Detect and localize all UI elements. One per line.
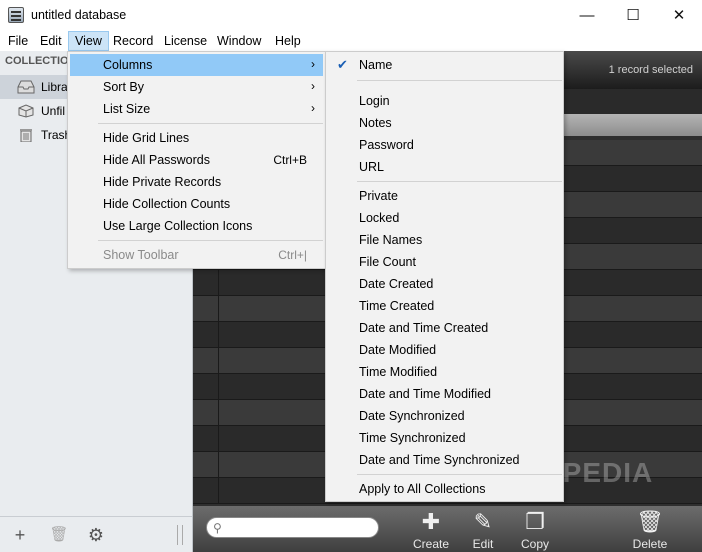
column-option-notes[interactable]: Notes xyxy=(328,112,561,134)
plus-icon: ✚ xyxy=(421,509,441,534)
trash-icon xyxy=(20,129,32,142)
window-title: untitled database xyxy=(31,8,127,22)
column-option-locked[interactable]: Locked xyxy=(328,207,561,229)
menu-item-hide-private-records[interactable]: Hide Private Records xyxy=(70,171,323,193)
column-option-date-synchronized[interactable]: Date Synchronized xyxy=(328,405,561,427)
checkmark-icon: ✔ xyxy=(337,57,348,72)
menu-view[interactable]: View xyxy=(68,31,109,51)
menu-separator xyxy=(98,240,323,241)
column-option-time-created[interactable]: Time Created xyxy=(328,295,561,317)
column-option-url[interactable]: URL xyxy=(328,156,561,178)
columns-submenu: ✔ Name Login Notes Password URL Private … xyxy=(325,51,564,502)
box-icon xyxy=(18,104,34,118)
records-toolbar: ⚲ ✚ Create ✎ Edit ❐ Copy 🗑 Delete xyxy=(193,506,702,552)
menu-separator xyxy=(357,80,562,81)
menu-item-apply-to-all-collections[interactable]: Apply to All Collections xyxy=(328,478,561,500)
shortcut-label: Ctrl+B xyxy=(273,153,307,167)
chevron-right-icon: › xyxy=(311,57,315,71)
settings-icon[interactable]: ⚙ xyxy=(84,525,108,545)
search-icon: ⚲ xyxy=(213,521,222,535)
pencil-icon: ✎ xyxy=(473,509,493,534)
trash-icon: 🗑 xyxy=(636,509,664,534)
column-option-date-modified[interactable]: Date Modified xyxy=(328,339,561,361)
view-menu-dropdown: Columns › Sort By › List Size › Hide Gri… xyxy=(67,51,326,269)
menu-item-hide-all-passwords[interactable]: Hide All Passwords Ctrl+B xyxy=(70,149,323,171)
clipboard-icon: ❐ xyxy=(525,509,545,534)
app-icon xyxy=(8,7,24,23)
collections-header: COLLECTION xyxy=(5,55,77,67)
inbox-icon xyxy=(17,80,35,94)
menu-separator xyxy=(357,181,562,182)
title-bar: untitled database — ☐ ✕ xyxy=(0,0,702,30)
chevron-right-icon: › xyxy=(311,79,315,93)
column-option-password[interactable]: Password xyxy=(328,134,561,156)
menu-file[interactable]: File xyxy=(2,31,34,51)
column-option-login[interactable]: Login xyxy=(328,90,561,112)
add-collection-button[interactable]: + xyxy=(8,525,32,545)
menu-license[interactable]: License xyxy=(158,31,213,51)
menu-item-columns[interactable]: Columns › xyxy=(70,54,323,76)
menu-record[interactable]: Record xyxy=(107,31,159,51)
menu-separator xyxy=(357,474,562,475)
sidebar-item-label: Libra xyxy=(41,80,68,94)
column-option-private[interactable]: Private xyxy=(328,185,561,207)
column-option-time-modified[interactable]: Time Modified xyxy=(328,361,561,383)
column-option-file-names[interactable]: File Names xyxy=(328,229,561,251)
menu-item-hide-grid-lines[interactable]: Hide Grid Lines xyxy=(70,127,323,149)
column-option-date-time-modified[interactable]: Date and Time Modified xyxy=(328,383,561,405)
column-option-date-created[interactable]: Date Created xyxy=(328,273,561,295)
remove-collection-button[interactable]: 🗑 xyxy=(47,525,71,545)
record-count-status: 1 record selected xyxy=(608,64,693,76)
column-option-name[interactable]: ✔ Name xyxy=(328,54,561,76)
create-button[interactable]: ✚ Create xyxy=(406,509,456,551)
chevron-right-icon: › xyxy=(311,101,315,115)
close-button[interactable]: ✕ xyxy=(656,0,702,30)
edit-button[interactable]: ✎ Edit xyxy=(458,509,508,551)
shortcut-label: Ctrl+| xyxy=(278,248,307,262)
column-option-time-synchronized[interactable]: Time Synchronized xyxy=(328,427,561,449)
menu-help[interactable]: Help xyxy=(269,31,307,51)
menu-item-use-large-collection-icons[interactable]: Use Large Collection Icons xyxy=(70,215,323,237)
edit-label: Edit xyxy=(472,537,494,551)
menu-item-hide-collection-counts[interactable]: Hide Collection Counts xyxy=(70,193,323,215)
copy-button[interactable]: ❐ Copy xyxy=(510,509,560,551)
maximize-button[interactable]: ☐ xyxy=(610,0,656,30)
splitter-handle[interactable] xyxy=(177,525,183,545)
search-input[interactable]: ⚲ xyxy=(206,517,379,538)
menu-item-show-toolbar[interactable]: Show Toolbar Ctrl+| xyxy=(70,244,323,266)
delete-label: Delete xyxy=(632,537,668,551)
menu-window[interactable]: Window xyxy=(211,31,267,51)
sidebar-toolbar: + 🗑 ⚙ xyxy=(0,516,192,552)
menu-edit[interactable]: Edit xyxy=(34,31,68,51)
menu-bar: File Edit View Record License Window Hel… xyxy=(0,30,702,51)
delete-button[interactable]: 🗑 Delete xyxy=(625,509,675,551)
column-option-date-time-synchronized[interactable]: Date and Time Synchronized xyxy=(328,449,561,471)
menu-item-sort-by[interactable]: Sort By › xyxy=(70,76,323,98)
menu-item-list-size[interactable]: List Size › xyxy=(70,98,323,120)
create-label: Create xyxy=(412,537,450,551)
menu-separator xyxy=(98,123,323,124)
sidebar-item-label: Unfil xyxy=(41,104,66,118)
minimize-button[interactable]: — xyxy=(564,0,610,30)
column-option-date-time-created[interactable]: Date and Time Created xyxy=(328,317,561,339)
copy-label: Copy xyxy=(520,537,549,551)
column-option-file-count[interactable]: File Count xyxy=(328,251,561,273)
